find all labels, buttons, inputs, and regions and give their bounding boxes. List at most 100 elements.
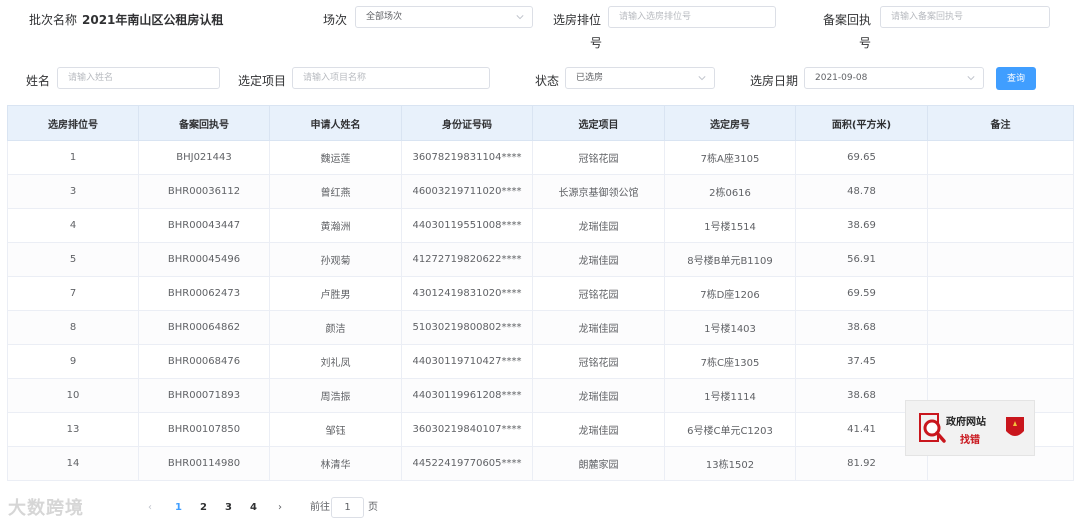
page-4[interactable]: 4 bbox=[250, 498, 257, 518]
session-select[interactable]: 全部场次 bbox=[355, 6, 533, 28]
table-cell: 孙观菊 bbox=[269, 242, 402, 277]
goto-page-input[interactable]: 1 bbox=[331, 497, 364, 518]
table-cell: 36030219840107**** bbox=[401, 412, 533, 447]
status-label: 状态 bbox=[535, 74, 560, 88]
table-cell: BHR00071893 bbox=[138, 378, 270, 413]
table-cell: BHR00045496 bbox=[138, 242, 270, 277]
table-cell: 曾红燕 bbox=[269, 174, 402, 209]
watermark-text: 大数跨境 bbox=[8, 498, 84, 519]
table-cell: 邹钰 bbox=[269, 412, 402, 447]
table-cell: 69.65 bbox=[795, 140, 928, 175]
table-cell: 44030119551008**** bbox=[401, 208, 533, 243]
table-cell: 44030119710427**** bbox=[401, 344, 533, 379]
batch-label: 批次名称 bbox=[29, 13, 78, 27]
prev-page-icon[interactable]: ‹ bbox=[148, 498, 152, 518]
table-cell: 卢胜男 bbox=[269, 276, 402, 311]
table-cell: 颜洁 bbox=[269, 310, 402, 345]
rank-input[interactable] bbox=[608, 6, 776, 28]
date-picker[interactable]: 2021-09-08 bbox=[804, 67, 984, 89]
receipt-label: 备案回执 bbox=[823, 13, 872, 27]
table-cell: 1 bbox=[7, 140, 139, 175]
column-header: 身份证号码 bbox=[401, 105, 533, 141]
page-2[interactable]: 2 bbox=[200, 498, 207, 518]
table-cell bbox=[927, 310, 1074, 345]
table-cell: 长源京基御领公馆 bbox=[532, 174, 665, 209]
table-cell: BHR00114980 bbox=[138, 446, 270, 481]
table-cell: 1号楼1403 bbox=[664, 310, 796, 345]
gov-site-error-badge[interactable]: 政府网站 找错 bbox=[905, 400, 1035, 456]
badge-line2: 找错 bbox=[960, 435, 980, 446]
table-cell: BHR00043447 bbox=[138, 208, 270, 243]
table-cell: 37.45 bbox=[795, 344, 928, 379]
table-cell: 龙瑞佳园 bbox=[532, 378, 665, 413]
table-row: 1 BHJ021443 魏运莲 36078219831104**** 冠铭花园 7栋A座3… bbox=[7, 140, 1074, 175]
table-cell: 1号楼1514 bbox=[664, 208, 796, 243]
table-cell: 46003219711020**** bbox=[401, 174, 533, 209]
session-select-value: 全部场次 bbox=[366, 12, 403, 22]
project-input[interactable] bbox=[292, 67, 490, 89]
table-cell: 43012419831020**** bbox=[401, 276, 533, 311]
column-header: 选定房号 bbox=[664, 105, 796, 141]
status-select[interactable]: 已选房 bbox=[565, 67, 715, 89]
name-input[interactable] bbox=[57, 67, 220, 89]
table-cell: 6号楼C单元C1203 bbox=[664, 412, 796, 447]
table-cell: 48.78 bbox=[795, 174, 928, 209]
table-cell: 7栋D座1206 bbox=[664, 276, 796, 311]
badge-line1: 政府网站 bbox=[946, 417, 986, 428]
receipt-label-wrap: 号 bbox=[859, 36, 872, 50]
table-cell: 龙瑞佳园 bbox=[532, 242, 665, 277]
table-cell: 3 bbox=[7, 174, 139, 209]
table-cell: 8 bbox=[7, 310, 139, 345]
goto-label: 前往 bbox=[310, 502, 330, 513]
column-header: 选房排位号 bbox=[7, 105, 139, 141]
table-cell: 龙瑞佳园 bbox=[532, 310, 665, 345]
query-button[interactable]: 查询 bbox=[996, 67, 1036, 90]
table-cell: 1号楼1114 bbox=[664, 378, 796, 413]
table-cell: 冠铭花园 bbox=[532, 344, 665, 379]
emblem-icon bbox=[1006, 417, 1024, 436]
table-row: 8 BHR00064862 颜洁 51030219800802**** 龙瑞佳园 1号楼1… bbox=[7, 310, 1074, 345]
table-cell: 10 bbox=[7, 378, 139, 413]
table-cell bbox=[927, 140, 1074, 175]
date-picker-value: 2021-09-08 bbox=[815, 73, 868, 83]
table-cell: 周浩振 bbox=[269, 378, 402, 413]
table-cell: 朗麓家园 bbox=[532, 446, 665, 481]
rank-label-wrap: 号 bbox=[590, 36, 603, 50]
table-cell: 7栋C座1305 bbox=[664, 344, 796, 379]
table-cell: 刘礼凤 bbox=[269, 344, 402, 379]
column-header: 备案回执号 bbox=[138, 105, 270, 141]
date-label: 选房日期 bbox=[750, 74, 799, 88]
table-cell: 36078219831104**** bbox=[401, 140, 533, 175]
page-1[interactable]: 1 bbox=[175, 498, 182, 518]
table-cell: 38.68 bbox=[795, 310, 928, 345]
table-row: 7 BHR00062473 卢胜男 43012419831020**** 冠铭花园 7栋D… bbox=[7, 276, 1074, 311]
receipt-input[interactable] bbox=[880, 6, 1050, 28]
table-cell: BHR00068476 bbox=[138, 344, 270, 379]
table-row: 4 BHR00043447 黄瀚洲 44030119551008**** 龙瑞佳园 1号楼… bbox=[7, 208, 1074, 243]
page-suffix: 页 bbox=[368, 502, 378, 513]
column-header: 面积(平方米) bbox=[795, 105, 928, 141]
session-label: 场次 bbox=[323, 13, 348, 27]
table-cell: 13 bbox=[7, 412, 139, 447]
project-label: 选定项目 bbox=[238, 74, 287, 88]
table-cell: BHR00036112 bbox=[138, 174, 270, 209]
page-3[interactable]: 3 bbox=[225, 498, 232, 518]
table-cell: 4 bbox=[7, 208, 139, 243]
table-cell bbox=[927, 242, 1074, 277]
table-cell: BHJ021443 bbox=[138, 140, 270, 175]
table-cell: BHR00107850 bbox=[138, 412, 270, 447]
table-cell bbox=[927, 174, 1074, 209]
table-row: 5 BHR00045496 孙观菊 41272719820622**** 龙瑞佳园 8号楼… bbox=[7, 242, 1074, 277]
table-cell bbox=[927, 344, 1074, 379]
table-cell: 7栋A座3105 bbox=[664, 140, 796, 175]
rank-label: 选房排位 bbox=[553, 13, 602, 27]
table-cell: 69.59 bbox=[795, 276, 928, 311]
next-page-icon[interactable]: › bbox=[278, 498, 282, 518]
table-cell: 5 bbox=[7, 242, 139, 277]
table-row: 9 BHR00068476 刘礼凤 44030119710427**** 冠铭花园 7栋C… bbox=[7, 344, 1074, 379]
table-cell: 51030219800802**** bbox=[401, 310, 533, 345]
table-cell: 8号楼B单元B1109 bbox=[664, 242, 796, 277]
table-row: 3 BHR00036112 曾红燕 46003219711020**** 长源京基御领公… bbox=[7, 174, 1074, 209]
chevron-down-icon bbox=[516, 15, 524, 20]
table-cell: 41272719820622**** bbox=[401, 242, 533, 277]
